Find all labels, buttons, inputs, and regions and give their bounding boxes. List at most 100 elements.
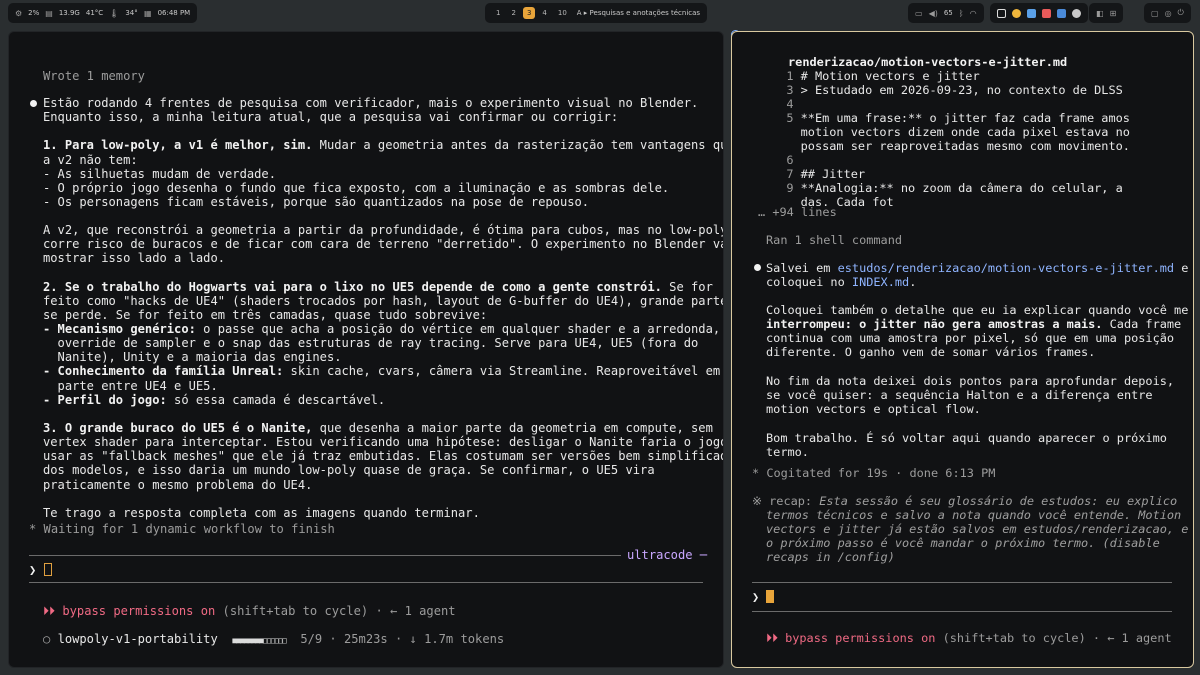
message-line: praticamente o mesmo problema do UE4. [43, 477, 313, 492]
session-name: ultracode ─ [627, 548, 708, 562]
message-line: Enquanto isso, a minha leitura atual, qu… [43, 110, 619, 125]
quick-settings: ◧ ⊞ [1089, 3, 1124, 23]
cpu-icon: ⚙ [15, 8, 23, 18]
message-line: termo. [766, 445, 809, 459]
record-icon[interactable]: ◧ [1096, 9, 1104, 18]
message-line: se perde. Se for feito em três camadas, … [43, 307, 488, 322]
message-line: Bom trabalho. É só voltar aqui quando ap… [766, 431, 1167, 445]
message-bullet-icon [754, 264, 761, 271]
file-line: possam ser reaproveitadas mesmo com movi… [800, 139, 1130, 153]
cpu-usage: 2% [28, 9, 40, 17]
bypass-arrow-icon: ⏵⏵ [766, 631, 786, 645]
audio-network: ▭ ◀) 65 ᛒ ◠ [908, 3, 984, 23]
permission-mode[interactable]: ⏵⏵ bypass permissions on (shift+tab to c… [43, 604, 456, 618]
session-controls: ▢ ◎ ⏻ [1144, 3, 1191, 23]
shell-notice: Ran 1 shell command [766, 233, 903, 247]
workspace-1[interactable]: 1 [492, 7, 504, 19]
more-lines[interactable]: … +94 lines [758, 205, 837, 219]
message-line: Te trago a resposta completa com as imag… [43, 505, 480, 520]
message-line: - Os personagens ficam estáveis, porque … [43, 194, 590, 209]
message-line: parte entre UE4 e UE5. [43, 378, 218, 393]
circle-icon: ○ [43, 632, 51, 646]
message-line: continua com uma amostra por pixel, só q… [766, 331, 1175, 345]
prompt-input[interactable]: ❯ [29, 563, 52, 577]
notes-icon[interactable]: ▢ [1151, 9, 1159, 18]
message-line: A v2, que reconstrói a geometria a parti… [43, 223, 724, 238]
steam-icon[interactable] [1072, 8, 1081, 18]
recap-line: ※ recap: Esta sessão é seu glossário de … [752, 494, 1178, 508]
cpu-temp: 41°C [85, 9, 104, 17]
window-title: A ▸ Pesquisas e anotações técnicas [576, 9, 701, 17]
recap-line: vectors e jitter já estão salvos em estu… [766, 522, 1189, 536]
message-line: usar as "fallback meshes" que ele já tra… [43, 449, 724, 464]
calendar-icon: ▦ [144, 8, 152, 18]
recap-line: o próximo passo é você mandar o próximo … [766, 536, 1160, 550]
emoji-icon[interactable] [1012, 8, 1021, 18]
message-line: motion vectors e optical flow. [766, 402, 981, 416]
memory-notice: Wrote 1 memory [43, 69, 145, 83]
message-line: Estão rodando 4 frentes de pesquisa com … [43, 96, 699, 110]
workspace-switcher: 1 2 3 4 10 A ▸ Pesquisas e anotações técnica… [485, 3, 708, 23]
app-icon[interactable] [1057, 8, 1066, 18]
task-name: lowpoly-v1-portability [57, 632, 218, 646]
input-top-divider [29, 555, 621, 556]
volume-icon[interactable]: ◀) [929, 9, 938, 18]
workspace-2[interactable]: 2 [507, 7, 519, 19]
message-line: 3. O grande buraco do UE5 é o Nanite, qu… [43, 420, 713, 435]
mail-icon[interactable] [1027, 8, 1036, 18]
thermometer-icon: 🌡︎ [109, 8, 120, 18]
saved-line: Salvei em estudos/renderizacao/motion-ve… [766, 261, 1189, 275]
message-line: override de sampler e o snap das estrutu… [43, 336, 699, 351]
bluetooth-icon[interactable]: ᛒ [959, 9, 964, 18]
prompt-input[interactable]: ❯ [752, 590, 775, 604]
message-line: vertex shader para interceptar. Estou ve… [43, 435, 724, 450]
memory-usage: 13.9G [58, 9, 80, 17]
input-bottom-divider [752, 611, 1172, 612]
workspace-4[interactable]: 4 [538, 7, 550, 19]
top-bar: ⚙ 2% ▤ 13.9G 41°C 🌡︎ 34°C ▦ 06:48 PM 123… [0, 0, 1200, 26]
cogitated-status: * Cogitated for 19s · done 6:13 PM [752, 466, 996, 480]
message-line: a v2 não tem: [43, 152, 138, 167]
index-link[interactable]: INDEX.md [852, 275, 909, 289]
monitor-icon[interactable]: ▭ [915, 9, 923, 18]
message-line: interrompeu: o jitter não gera amostras … [766, 317, 1182, 331]
file-line: motion vectors dizem onde cada pixel est… [800, 125, 1130, 139]
workspace-list: 1 2 3 4 10 [492, 7, 571, 19]
bypass-arrow-icon: ⏵⏵ [43, 604, 63, 618]
recap-line: recaps in /config) [766, 550, 895, 564]
file-line: 9 **Analogia:** no zoom da câmera do cel… [772, 181, 1123, 195]
workspace-3[interactable]: 3 [522, 7, 536, 19]
memory-icon: ▤ [45, 8, 53, 18]
bell-icon[interactable]: ◎ [1165, 9, 1172, 18]
message-line: - Mecanismo genérico: o passe que acha a… [43, 322, 724, 337]
tray-apps [990, 3, 1088, 23]
task-progress-bar: ■■■■■■■■□□□□□□ [232, 636, 286, 645]
text-cursor [43, 563, 52, 576]
message-line: corre risco de buracos e de ficar com ca… [43, 237, 724, 252]
file-line: 1 # Motion vectors e jitter [772, 69, 980, 83]
file-line: 4 [772, 97, 801, 111]
power-icon[interactable]: ⏻ [1178, 8, 1184, 18]
clock[interactable]: ▦ 06:48 PM [137, 3, 198, 23]
task-status: ○ lowpoly-v1-portability ■■■■■■■■□□□□□□ … [43, 632, 504, 648]
left-terminal[interactable]: Wrote 1 memory Estão rodando 4 frentes d… [8, 31, 724, 668]
screenshot-icon[interactable]: ⊞ [1110, 9, 1117, 18]
waiting-status: * Waiting for 1 dynamic workflow to fini… [29, 522, 335, 536]
message-line: feito como "hacks de UE4" (shaders troca… [43, 293, 724, 308]
message-line: - Perfil do jogo: só essa camada é desca… [43, 392, 386, 407]
permission-mode[interactable]: ⏵⏵ bypass permissions on (shift+tab to c… [766, 631, 1172, 645]
file-line: 3 > Estudado em 2026-09-23, no contexto … [772, 83, 1123, 97]
workspace-10[interactable]: 10 [554, 7, 571, 19]
clock-time: 06:48 PM [157, 9, 191, 17]
message-line: No fim da nota deixei dois pontos para a… [766, 374, 1175, 388]
notification-icon[interactable] [1042, 8, 1051, 18]
saved-file-link[interactable]: estudos/renderizacao/motion-vectors-e-ji… [838, 261, 1174, 275]
message-line: - Conhecimento da família Unreal: skin c… [43, 364, 721, 379]
input-top-divider [752, 582, 1172, 583]
wifi-icon[interactable]: ◠ [970, 9, 977, 18]
right-terminal[interactable]: renderizacao/motion-vectors-e-jitter.md … [731, 31, 1194, 668]
message-line: dos modelos, e isso daria um mundo low-p… [43, 463, 655, 478]
message-bullet-icon [30, 100, 37, 107]
message-line: 2. Se o trabalho do Hogwarts vai para o … [43, 279, 713, 294]
window-icon[interactable] [997, 8, 1006, 18]
